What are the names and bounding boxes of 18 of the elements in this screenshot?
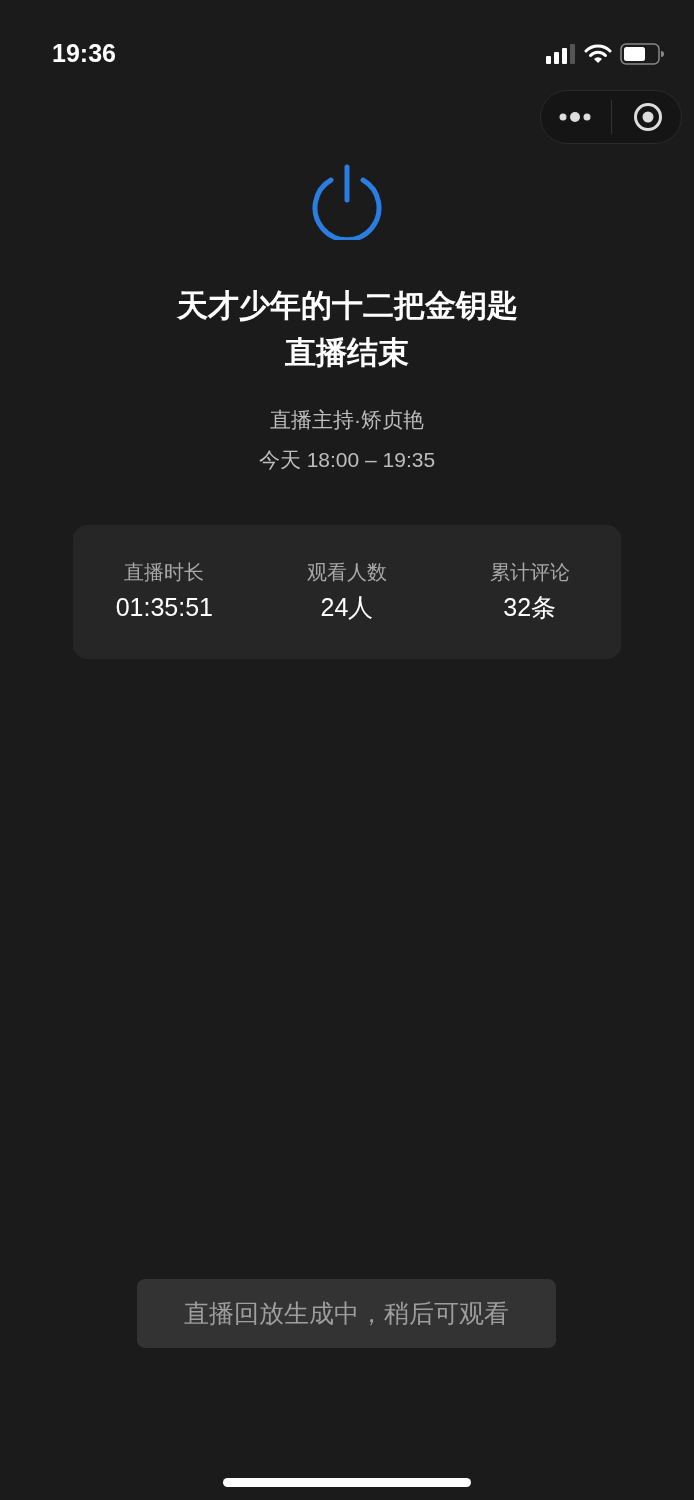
close-icon[interactable] — [632, 102, 663, 132]
signal-icon — [546, 44, 576, 64]
wifi-icon — [584, 44, 612, 64]
status-time: 19:36 — [52, 38, 116, 70]
stat-label: 累计评论 — [489, 560, 570, 585]
toast-message: 直播回放生成中，稍后可观看 — [137, 1279, 556, 1348]
more-icon[interactable] — [559, 111, 592, 123]
host-text: 直播主持·矫贞艳 — [270, 407, 424, 433]
stat-label: 直播时长 — [124, 560, 205, 585]
battery-icon — [620, 43, 664, 65]
stat-value: 32条 — [503, 592, 557, 623]
time-range-text: 今天 18:00 – 19:35 — [258, 446, 436, 473]
stat-value: 24人 — [320, 592, 374, 623]
stat-label: 观看人数 — [307, 560, 387, 585]
title-text: 天才少年的十二把金钥匙 — [176, 287, 518, 325]
stat-value: 01:35:51 — [115, 592, 213, 623]
title-text: 直播结束 — [285, 334, 409, 372]
power-icon — [310, 164, 384, 240]
